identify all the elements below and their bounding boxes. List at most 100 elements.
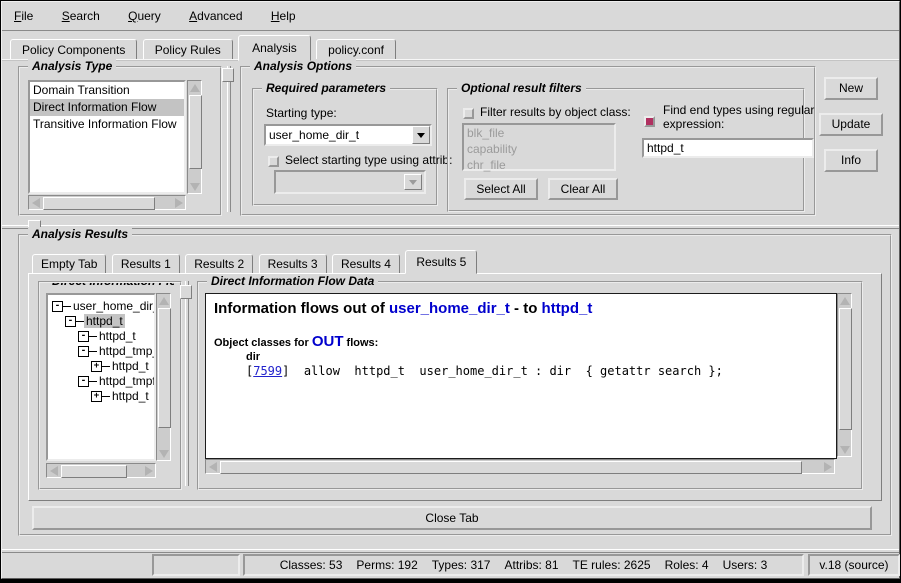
starting-type-combobox[interactable] (264, 124, 432, 146)
tab-results-4[interactable]: Results 4 (332, 254, 400, 274)
horizontal-scrollbar[interactable] (28, 195, 186, 210)
optional-result-filters-title: Optional result filters (457, 81, 586, 95)
select-all-button[interactable]: Select All (464, 178, 538, 200)
tab-analysis[interactable]: Analysis (238, 35, 311, 61)
tab-policy-conf[interactable]: policy.conf (316, 39, 396, 61)
object-class-list: blk_file capability chr_file (462, 123, 616, 171)
scroll-right-button[interactable] (142, 464, 155, 477)
tree-node[interactable]: + httpd_t (48, 389, 154, 404)
info-button[interactable]: Info (824, 149, 878, 172)
scrollbar-thumb[interactable] (61, 465, 127, 478)
menu-file[interactable]: File (6, 2, 41, 28)
stat-attribs: Attribs: 81 (504, 558, 558, 572)
regex-checkbox-label[interactable]: Find end types using regular expression: (663, 103, 821, 131)
list-item[interactable]: Transitive Information Flow (30, 116, 184, 133)
scroll-left-button[interactable] (206, 460, 219, 473)
tree-expander-icon[interactable]: - (78, 331, 89, 342)
tree-node[interactable]: + httpd_t (48, 359, 154, 374)
filter-by-class-checkbox[interactable] (463, 108, 474, 119)
tab-empty[interactable]: Empty Tab (32, 254, 106, 274)
tree-node-label[interactable]: httpd_t (97, 329, 138, 343)
scroll-up-button[interactable] (188, 81, 201, 94)
vertical-scrollbar[interactable] (187, 80, 202, 194)
vertical-scrollbar[interactable] (837, 293, 852, 457)
filter-by-class-label[interactable]: Filter results by object class: (480, 105, 631, 119)
starting-type-value[interactable] (264, 124, 432, 146)
attrib-combobox-disabled (274, 170, 426, 194)
new-button[interactable]: New (824, 77, 878, 100)
tree-node-label[interactable]: httpd_tmp_t (97, 344, 156, 358)
sash-handle[interactable] (222, 68, 234, 82)
tree-node-label[interactable]: httpd_t (84, 314, 125, 328)
scrollbar-thumb[interactable] (158, 308, 171, 428)
tree-expander-icon[interactable]: - (52, 301, 63, 312)
tree-expander-icon[interactable]: + (91, 361, 102, 372)
regex-checkbox[interactable] (644, 116, 655, 127)
tab-results-5[interactable]: Results 5 (405, 250, 477, 274)
regex-input[interactable] (642, 138, 814, 158)
scroll-down-button[interactable] (838, 443, 851, 456)
tree-expander-icon[interactable]: - (78, 346, 89, 357)
menu-search[interactable]: Search (54, 2, 108, 28)
scrollbar-thumb[interactable] (220, 461, 802, 474)
tree-expander-icon[interactable]: - (65, 316, 76, 327)
scrollbar-thumb[interactable] (189, 95, 202, 169)
sash-handle[interactable] (180, 285, 192, 299)
scroll-right-button[interactable] (172, 196, 185, 209)
vertical-scrollbar[interactable] (156, 293, 171, 461)
list-item[interactable]: Domain Transition (30, 82, 184, 99)
horizontal-scrollbar[interactable] (205, 459, 835, 474)
tree-expander-icon[interactable]: + (91, 391, 102, 402)
tree-expander-icon[interactable]: - (78, 376, 89, 387)
tree-node-label[interactable]: httpd_tmpfs_ (97, 374, 156, 388)
flow-data-title: Direct Information Flow Data (207, 274, 378, 288)
scroll-left-button[interactable] (47, 464, 60, 477)
flow-tree[interactable]: -user_home_dir_t -httpd_t -httpd_t -http… (46, 293, 156, 461)
rule-number-link[interactable]: 7599 (253, 364, 282, 378)
pane-sash-horizontal[interactable] (2, 225, 899, 229)
scroll-down-button[interactable] (188, 180, 201, 193)
tab-policy-rules[interactable]: Policy Rules (143, 39, 233, 61)
tree-node-label[interactable]: httpd_t (110, 359, 151, 373)
tree-node-label[interactable]: httpd_t (110, 389, 151, 403)
scroll-up-button[interactable] (838, 294, 851, 307)
menu-advanced[interactable]: Advanced (181, 2, 250, 28)
main-window: File Search Query Advanced Help Policy C… (1, 1, 900, 579)
scrollbar-thumb[interactable] (43, 197, 155, 210)
list-item[interactable]: Direct Information Flow (30, 99, 184, 116)
scroll-down-button[interactable] (157, 447, 170, 460)
attrib-checkbox[interactable] (268, 156, 279, 167)
flow-data-text[interactable]: Information flows out of user_home_dir_t… (205, 293, 837, 459)
pane-sash-vertical[interactable] (185, 281, 189, 486)
tab-results-3[interactable]: Results 3 (259, 254, 327, 274)
tree-node-label[interactable]: user_home_dir_t (71, 299, 156, 313)
tab-policy-components[interactable]: Policy Components (10, 39, 137, 61)
tree-node[interactable]: -httpd_tmp_t (48, 344, 154, 359)
tree-node[interactable]: -httpd_t (48, 314, 154, 329)
stat-roles: Roles: 4 (665, 558, 709, 572)
scroll-left-button[interactable] (29, 196, 42, 209)
statusbar-divider (2, 549, 899, 553)
tab-results-1[interactable]: Results 1 (112, 254, 180, 274)
menu-help[interactable]: Help (263, 2, 304, 28)
stat-users: Users: 3 (723, 558, 768, 572)
pane-sash-vertical[interactable] (227, 66, 231, 212)
chevron-down-icon (409, 180, 417, 185)
analysis-options-group: Analysis Options Required parameters Sta… (240, 66, 816, 216)
horizontal-scrollbar[interactable] (46, 463, 156, 478)
tree-node[interactable]: -httpd_t (48, 329, 154, 344)
stat-perms: Perms: 192 (356, 558, 417, 572)
close-tab-button[interactable]: Close Tab (32, 506, 872, 530)
tab-results-2[interactable]: Results 2 (185, 254, 253, 274)
scrollbar-thumb[interactable] (839, 308, 852, 430)
analysis-type-list[interactable]: Domain Transition Direct Information Flo… (28, 80, 186, 194)
clear-all-button[interactable]: Clear All (548, 178, 618, 200)
attrib-checkbox-label[interactable]: Select starting type using attrib: (285, 153, 452, 167)
tree-node[interactable]: -httpd_tmpfs_ (48, 374, 154, 389)
scroll-up-button[interactable] (157, 294, 170, 307)
menu-query[interactable]: Query (120, 2, 169, 28)
combo-dropdown-button[interactable] (412, 126, 430, 144)
scroll-right-button[interactable] (821, 460, 834, 473)
update-button[interactable]: Update (819, 113, 883, 136)
tree-node[interactable]: -user_home_dir_t (48, 299, 154, 314)
